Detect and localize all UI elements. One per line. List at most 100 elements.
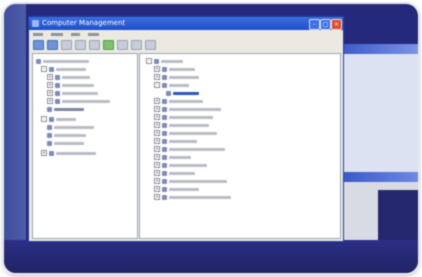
device-tree-label bbox=[169, 195, 231, 199]
device-tree-item[interactable]: + bbox=[154, 186, 199, 192]
console-tree-pane[interactable]: - + + + + - + bbox=[32, 53, 138, 239]
device-tree-label bbox=[169, 75, 199, 79]
expand-icon[interactable]: + bbox=[154, 178, 160, 184]
expand-icon[interactable]: + bbox=[154, 130, 160, 136]
tree-item[interactable] bbox=[36, 58, 89, 64]
expand-icon[interactable]: + bbox=[154, 114, 160, 120]
tree-item[interactable]: + bbox=[41, 150, 96, 156]
show-hide-tree-button[interactable] bbox=[75, 40, 86, 50]
tree-item-device-manager[interactable] bbox=[47, 106, 84, 112]
tree-item[interactable]: - bbox=[41, 116, 76, 122]
device-tree-item[interactable]: + bbox=[154, 98, 203, 104]
forward-button[interactable] bbox=[47, 40, 58, 50]
expand-icon[interactable]: - bbox=[146, 58, 152, 64]
expand-icon[interactable]: + bbox=[154, 122, 160, 128]
close-button[interactable]: × bbox=[331, 19, 342, 30]
device-tree-item[interactable]: + bbox=[154, 146, 225, 152]
expand-icon[interactable]: + bbox=[154, 194, 160, 200]
maximize-icon: □ bbox=[322, 21, 329, 28]
tree-item[interactable]: + bbox=[47, 90, 98, 96]
disk-icon bbox=[47, 140, 52, 146]
expand-icon[interactable]: + bbox=[154, 66, 160, 72]
device-icon bbox=[162, 98, 167, 104]
device-tree-item[interactable]: + bbox=[154, 74, 199, 80]
minimize-icon: – bbox=[313, 21, 316, 28]
toolbar-button[interactable] bbox=[117, 40, 128, 50]
tree-item-label bbox=[62, 83, 94, 87]
maximize-button[interactable]: □ bbox=[320, 19, 331, 30]
menu-item[interactable] bbox=[88, 33, 99, 36]
tree-item-label bbox=[62, 91, 98, 95]
device-tree-item[interactable]: + bbox=[154, 122, 209, 128]
device-tree-item[interactable]: + bbox=[154, 154, 191, 160]
expand-icon[interactable]: + bbox=[154, 74, 160, 80]
expand-icon[interactable]: + bbox=[154, 106, 160, 112]
device-tree-item[interactable]: + bbox=[154, 106, 221, 112]
tree-item[interactable]: - bbox=[41, 66, 86, 72]
device-tree-item[interactable]: + bbox=[154, 194, 231, 200]
device-icon bbox=[162, 186, 167, 192]
minimize-button[interactable]: – bbox=[309, 19, 320, 30]
background-window-titlebar[interactable] bbox=[338, 44, 418, 54]
background-lower-window-titlebar[interactable] bbox=[334, 172, 418, 182]
screen-photo: Computer Management – □ × - + + + + - + … bbox=[4, 4, 418, 273]
computer-management-window[interactable]: Computer Management – □ × - + + + + - + … bbox=[28, 16, 344, 242]
device-tree-item[interactable]: - bbox=[146, 58, 183, 64]
device-icon bbox=[162, 114, 167, 120]
folder-icon bbox=[55, 98, 60, 104]
tree-item[interactable] bbox=[47, 124, 94, 130]
device-list-pane[interactable]: - + + - + + + + + + + + + + + + + bbox=[139, 53, 341, 239]
expand-icon[interactable]: + bbox=[47, 98, 53, 104]
folder-icon bbox=[49, 150, 54, 156]
expand-icon[interactable]: - bbox=[154, 82, 160, 88]
folder-icon bbox=[55, 90, 60, 96]
device-tree-item[interactable]: + bbox=[154, 66, 195, 72]
expand-icon[interactable]: + bbox=[154, 98, 160, 104]
toolbar-button[interactable] bbox=[145, 40, 156, 50]
up-button[interactable] bbox=[61, 40, 72, 50]
desktop-left-edge bbox=[4, 4, 26, 273]
expand-icon[interactable]: + bbox=[154, 162, 160, 168]
device-icon bbox=[162, 194, 167, 200]
device-tree-label bbox=[169, 187, 199, 191]
expand-icon[interactable]: + bbox=[41, 150, 47, 156]
tree-item[interactable]: + bbox=[47, 74, 90, 80]
tree-item[interactable] bbox=[47, 132, 86, 138]
expand-icon[interactable]: + bbox=[154, 154, 160, 160]
device-tree-item[interactable]: + bbox=[154, 138, 197, 144]
tree-item[interactable] bbox=[47, 140, 84, 146]
expand-icon[interactable]: + bbox=[154, 138, 160, 144]
tree-item[interactable]: + bbox=[47, 82, 94, 88]
toolbar bbox=[29, 39, 347, 51]
folder-icon bbox=[55, 82, 60, 88]
device-tree-item-selected[interactable] bbox=[166, 90, 199, 96]
menu-item[interactable] bbox=[51, 33, 63, 36]
device-tree-item[interactable]: + bbox=[154, 170, 195, 176]
menu-item[interactable] bbox=[33, 33, 43, 36]
device-tree-item[interactable]: + bbox=[154, 162, 207, 168]
taskbar-quick-launch[interactable] bbox=[28, 236, 88, 246]
toolbar-button[interactable] bbox=[131, 40, 142, 50]
window-titlebar[interactable]: Computer Management – □ × bbox=[29, 17, 343, 30]
tree-item[interactable]: + bbox=[47, 98, 110, 104]
device-icon bbox=[162, 74, 167, 80]
expand-icon[interactable]: + bbox=[154, 186, 160, 192]
help-button[interactable] bbox=[103, 40, 114, 50]
expand-icon[interactable]: + bbox=[154, 146, 160, 152]
expand-icon[interactable]: + bbox=[154, 170, 160, 176]
expand-icon[interactable]: + bbox=[47, 90, 53, 96]
expand-icon[interactable]: + bbox=[47, 74, 53, 80]
expand-icon[interactable]: - bbox=[41, 116, 47, 122]
device-tree-item[interactable]: + bbox=[154, 114, 213, 120]
tree-item-label bbox=[43, 59, 89, 63]
expand-icon[interactable]: - bbox=[41, 66, 47, 72]
back-button[interactable] bbox=[33, 40, 44, 50]
device-icon bbox=[162, 130, 167, 136]
device-tree-item[interactable]: - bbox=[154, 82, 189, 88]
menu-item[interactable] bbox=[71, 33, 80, 36]
device-tree-item[interactable]: + bbox=[154, 130, 217, 136]
device-tree-item[interactable]: + bbox=[154, 178, 227, 184]
tree-item-label bbox=[62, 99, 110, 103]
expand-icon[interactable]: + bbox=[47, 82, 53, 88]
properties-button[interactable] bbox=[89, 40, 100, 50]
